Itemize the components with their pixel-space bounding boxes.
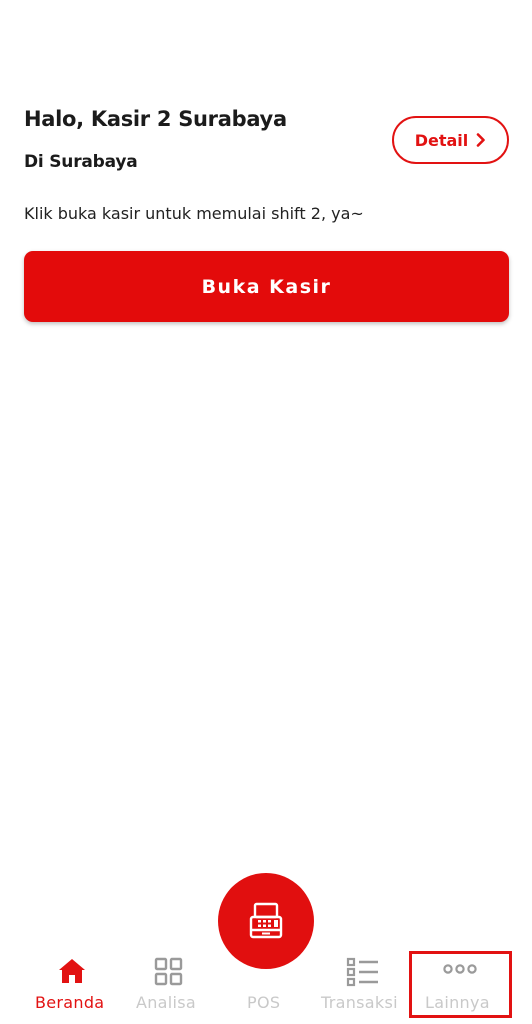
list-icon xyxy=(346,957,378,987)
nav-label-beranda: Beranda xyxy=(35,993,105,1012)
home-screen: Halo, Kasir 2 Surabaya Di Surabaya Detai… xyxy=(0,0,532,1024)
more-icon xyxy=(443,964,477,974)
nav-item-analisa[interactable]: Analisa xyxy=(133,945,208,1024)
shift-instruction: Klik buka kasir untuk memulai shift 2, y… xyxy=(24,204,364,223)
detail-button[interactable]: Detail xyxy=(392,116,509,164)
nav-item-beranda[interactable]: Beranda xyxy=(30,945,110,1024)
nav-label-lainnya: Lainnya xyxy=(425,993,490,1012)
nav-item-transaksi[interactable]: Transaksi xyxy=(318,945,408,1024)
pos-fab-button[interactable] xyxy=(218,873,314,969)
nav-label-analisa: Analisa xyxy=(136,993,197,1012)
detail-button-label: Detail xyxy=(414,130,469,150)
location-label: Di Surabaya xyxy=(24,152,138,172)
open-cashier-button[interactable]: Buka Kasir xyxy=(24,251,509,322)
grid-icon xyxy=(154,957,183,986)
greeting-title: Halo, Kasir 2 Surabaya xyxy=(24,107,287,131)
nav-label-pos: POS xyxy=(247,993,281,1012)
home-icon xyxy=(59,959,85,983)
nav-item-lainnya[interactable]: Lainnya xyxy=(418,945,506,1024)
chevron-right-icon xyxy=(476,133,486,147)
nav-label-transaksi: Transaksi xyxy=(321,993,398,1012)
cash-register-icon xyxy=(249,902,283,939)
